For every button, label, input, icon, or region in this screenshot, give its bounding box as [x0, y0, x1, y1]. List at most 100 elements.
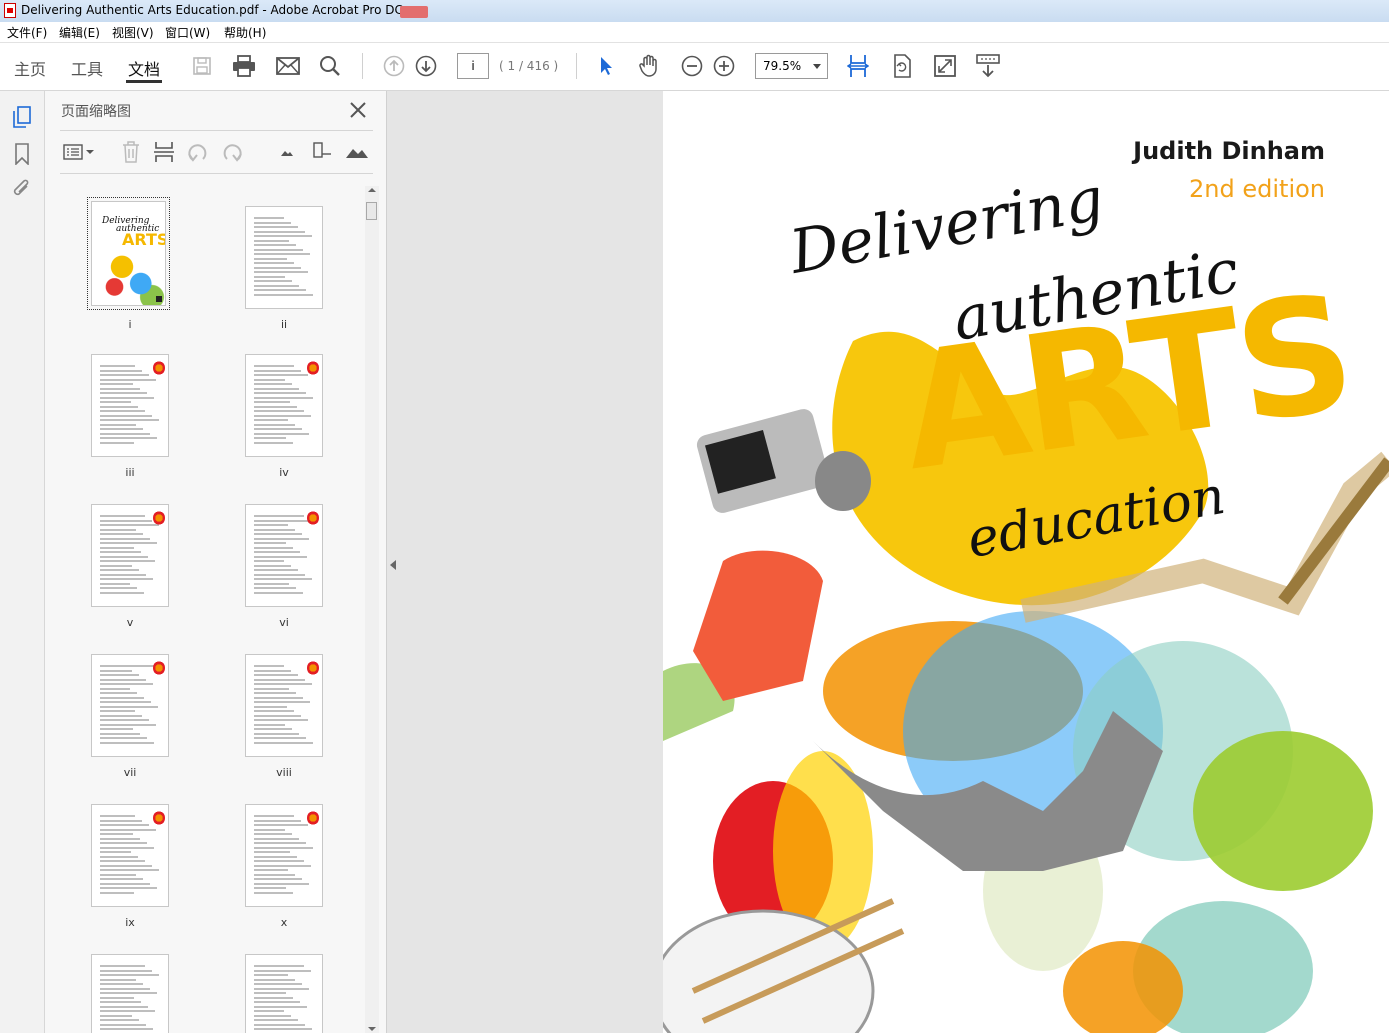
thumbnail-label: ix [125, 916, 135, 929]
redo-button[interactable] [219, 139, 245, 165]
save-icon [193, 57, 211, 75]
save-button[interactable] [189, 53, 215, 79]
scroll-mode-icon [976, 54, 1000, 78]
thumbnail-label: v [126, 616, 134, 629]
menu-bar: 文件(F) 编辑(E) 视图(V) 窗口(W) 帮助(H) [0, 22, 1389, 43]
close-panel-button[interactable] [347, 99, 369, 121]
pages-panel-button[interactable] [10, 105, 34, 129]
page-number-input[interactable]: i [457, 53, 489, 79]
zoom-in-button[interactable] [711, 53, 737, 79]
thumbnail-label: i [128, 318, 132, 331]
rotate-page-icon [894, 54, 911, 78]
options-menu-icon [63, 144, 94, 160]
select-cursor-icon [601, 57, 612, 75]
thumbnail-label: vii [123, 766, 137, 779]
main-toolbar: 主页 工具 文档 i ( 1 / 416 ) 79.5% [0, 43, 1389, 91]
page-up-icon [383, 55, 405, 77]
zoom-out-icon [681, 55, 703, 77]
full-screen-icon [934, 55, 956, 77]
thumbnail-scrollbar[interactable] [365, 186, 379, 1033]
fit-width-icon [847, 55, 869, 77]
tab-document[interactable]: 文档 [125, 56, 163, 83]
menu-help[interactable]: 帮助(H) [224, 24, 266, 41]
larger-thumbnails-button[interactable] [344, 139, 370, 165]
thumbnail-list: Delivering authentic ARTS i ii iii iv v … [45, 176, 365, 1033]
thumb-small-icon [281, 151, 293, 156]
window-title: Delivering Authentic Arts Education.pdf … [21, 3, 403, 17]
email-button[interactable] [275, 53, 301, 79]
page-thumbnails-panel: 页面缩略图 Delivering authentic ARTS i ii iii… [45, 91, 387, 1033]
thumb-large-icon [346, 149, 368, 158]
next-page-button[interactable] [413, 53, 439, 79]
zoom-value: 79.5% [763, 59, 802, 73]
page-down-icon [415, 55, 437, 77]
thumbnail-options-button[interactable] [62, 139, 96, 165]
delete-page-button[interactable] [118, 139, 144, 165]
document-viewer[interactable]: Judith Dinham 2nd edition Delivering aut… [387, 91, 1389, 1033]
attachments-button[interactable] [10, 177, 34, 201]
zoom-select[interactable]: 79.5% [755, 53, 828, 79]
thumbnail-page[interactable] [91, 504, 169, 607]
collapse-panel-arrow-icon[interactable] [390, 560, 396, 570]
thumbnail-page[interactable] [91, 954, 169, 1033]
attachment-icon [13, 179, 29, 196]
navigation-rail [0, 91, 45, 1033]
print-button[interactable] [231, 53, 257, 79]
cover-edition: 2nd edition [1189, 175, 1325, 203]
pages-panel-icon [13, 106, 31, 128]
fit-width-button[interactable] [845, 53, 871, 79]
select-tool-button[interactable] [593, 53, 619, 79]
thumbnail-page[interactable] [245, 354, 323, 457]
thumbnail-label: viii [276, 766, 292, 779]
thumbnail-page[interactable] [245, 954, 323, 1033]
thumbnail-page[interactable] [91, 354, 169, 457]
redo-icon [223, 144, 242, 162]
tab-home[interactable]: 主页 [14, 56, 46, 80]
thumbnail-page[interactable]: Delivering authentic ARTS [87, 197, 170, 310]
tab-tools[interactable]: 工具 [71, 56, 103, 80]
thumbnail-label: ii [280, 318, 288, 331]
menu-window[interactable]: 窗口(W) [165, 24, 210, 41]
thumbnail-label: iii [125, 466, 135, 479]
menu-edit[interactable]: 编辑(E) [59, 24, 100, 41]
thumbnail-page[interactable] [245, 804, 323, 907]
panel-title: 页面缩略图 [61, 104, 131, 120]
close-icon [350, 102, 366, 118]
thumbnail-page[interactable] [91, 654, 169, 757]
chevron-down-icon [813, 64, 821, 69]
thumbnail-page[interactable] [245, 206, 323, 309]
undo-icon [188, 144, 207, 162]
print-icon [233, 55, 255, 77]
scroll-down-arrow-icon[interactable] [368, 1025, 376, 1033]
cover-author: Judith Dinham [1133, 137, 1325, 165]
hand-tool-button[interactable] [636, 53, 662, 79]
insert-page-button[interactable] [151, 139, 177, 165]
thumbnail-page[interactable] [245, 504, 323, 607]
bookmark-icon [15, 143, 29, 165]
zoom-in-icon [713, 55, 735, 77]
menu-file[interactable]: 文件(F) [7, 24, 47, 41]
thumbnail-page[interactable] [245, 654, 323, 757]
zoom-out-button[interactable] [679, 53, 705, 79]
smaller-thumbnails-button[interactable] [274, 139, 300, 165]
cover-page: Judith Dinham 2nd edition Delivering aut… [663, 91, 1389, 1033]
undo-button[interactable] [185, 139, 211, 165]
thumbnail-page[interactable] [91, 804, 169, 907]
scrollbar-thumb[interactable] [366, 202, 377, 220]
hand-icon [639, 54, 657, 77]
search-icon [320, 56, 340, 76]
menu-view[interactable]: 视图(V) [112, 24, 154, 41]
pdf-file-icon [4, 3, 16, 18]
search-button[interactable] [317, 53, 343, 79]
insert-icon [154, 142, 174, 162]
bookmarks-button[interactable] [10, 142, 34, 166]
full-screen-button[interactable] [932, 53, 958, 79]
thumb-slider-icon [313, 142, 331, 158]
language-badge [400, 6, 428, 18]
previous-page-button[interactable] [381, 53, 407, 79]
scroll-mode-button[interactable] [975, 53, 1001, 79]
scroll-up-arrow-icon[interactable] [368, 186, 376, 194]
rotate-page-button[interactable] [889, 53, 915, 79]
thumbnail-label: iv [279, 466, 289, 479]
thumbnail-size-slider[interactable] [309, 139, 335, 165]
